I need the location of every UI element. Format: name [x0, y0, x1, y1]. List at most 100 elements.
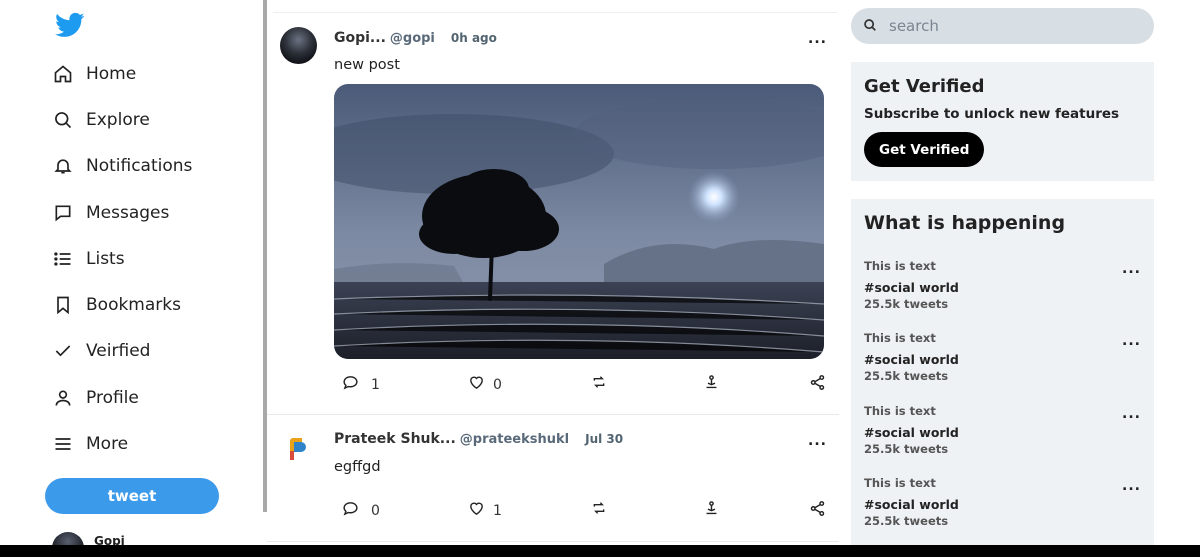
- like-button[interactable]: 1: [468, 500, 502, 521]
- sidebar-item-explore[interactable]: Explore: [52, 102, 150, 138]
- post-image[interactable]: [334, 84, 824, 359]
- comment-button[interactable]: 1: [342, 374, 380, 395]
- post-author-name[interactable]: Gopi...: [334, 30, 386, 46]
- divider: [267, 414, 839, 415]
- sidebar-item-verified[interactable]: Veirfied: [52, 333, 150, 369]
- trend-more-button[interactable]: ...: [1122, 406, 1141, 422]
- post-text: new post: [334, 57, 400, 73]
- post-actions: 0 1: [342, 500, 828, 520]
- post-more-button[interactable]: ...: [808, 31, 827, 47]
- share-icon: [809, 500, 826, 521]
- post-author-name[interactable]: Prateek Shuk...: [334, 431, 456, 447]
- sidebar-item-label: Profile: [86, 388, 139, 408]
- search-icon: [863, 17, 877, 36]
- trend-tag: #social world: [864, 352, 959, 367]
- sidebar-item-label: More: [86, 434, 129, 454]
- divider: [267, 541, 839, 542]
- card-subtitle: Subscribe to unlock new features: [864, 106, 1120, 122]
- trend-item[interactable]: This is text #social world 25.5k tweets …: [864, 331, 1149, 383]
- left-sidebar: Home Explore Notifications Messages List…: [0, 0, 263, 557]
- share-button[interactable]: [809, 374, 826, 395]
- post-header: Prateek Shuk... @prateekshukl Jul 30: [334, 431, 623, 447]
- sidebar-item-messages[interactable]: Messages: [52, 195, 169, 231]
- post-time: Jul 30: [585, 432, 624, 446]
- comment-count: 0: [371, 502, 380, 519]
- user-icon: [52, 387, 74, 409]
- sidebar-item-home[interactable]: Home: [52, 56, 136, 92]
- trend-count: 25.5k tweets: [864, 514, 949, 528]
- sidebar-item-more[interactable]: More: [52, 426, 128, 462]
- heart-icon: [468, 500, 485, 521]
- sidebar-item-label: Messages: [86, 203, 170, 223]
- heart-icon: [468, 374, 485, 395]
- get-verified-button[interactable]: Get Verified: [864, 132, 985, 167]
- trend-label: This is text: [864, 476, 936, 490]
- twitter-logo-icon[interactable]: [55, 10, 85, 40]
- card-title: What is happening: [864, 212, 1066, 234]
- divider: [273, 12, 837, 13]
- sidebar-item-profile[interactable]: Profile: [52, 380, 139, 416]
- post-time: 0h ago: [450, 31, 497, 45]
- list-icon: [52, 248, 74, 270]
- home-icon: [52, 63, 74, 85]
- person-meditate-icon: [703, 374, 720, 395]
- share-button[interactable]: [809, 500, 826, 521]
- sidebar-item-label: Bookmarks: [86, 295, 181, 315]
- trend-count: 25.5k tweets: [864, 369, 949, 383]
- feed: Gopi... @gopi 0h ago ... new post 1 0 Pr…: [267, 0, 839, 545]
- avatar[interactable]: [280, 432, 317, 469]
- retweet-button[interactable]: [591, 374, 607, 394]
- bookmark-icon: [52, 294, 74, 316]
- views-button[interactable]: [703, 500, 720, 521]
- menu-icon: [52, 433, 74, 455]
- trend-label: This is text: [864, 331, 936, 345]
- trend-item[interactable]: This is text #social world 25.5k tweets …: [864, 404, 1149, 456]
- retweet-icon: [591, 374, 607, 394]
- trend-more-button[interactable]: ...: [1122, 333, 1141, 349]
- sidebar-item-notifications[interactable]: Notifications: [52, 148, 192, 184]
- trend-label: This is text: [864, 259, 936, 273]
- message-icon: [52, 202, 74, 224]
- like-count: 0: [493, 376, 502, 393]
- bottom-bar: [0, 545, 1200, 557]
- search-icon: [52, 109, 74, 131]
- trend-count: 25.5k tweets: [864, 442, 949, 456]
- search-input[interactable]: [889, 17, 1129, 35]
- sidebar-item-bookmarks[interactable]: Bookmarks: [52, 287, 181, 323]
- check-icon: [52, 340, 74, 362]
- trend-label: This is text: [864, 404, 936, 418]
- comment-count: 1: [371, 376, 380, 393]
- bell-icon: [52, 155, 74, 177]
- search-bar[interactable]: [851, 8, 1154, 44]
- person-meditate-icon: [703, 500, 720, 521]
- post-author-handle[interactable]: @gopi: [390, 31, 435, 46]
- comment-icon: [342, 374, 359, 395]
- retweet-button[interactable]: [591, 500, 607, 520]
- post-text: egffgd: [334, 459, 381, 475]
- post-more-button[interactable]: ...: [808, 433, 827, 449]
- post-header: Gopi... @gopi 0h ago: [334, 30, 497, 46]
- post-author-handle[interactable]: @prateekshukl: [460, 432, 569, 447]
- comment-icon: [342, 500, 359, 521]
- comment-button[interactable]: 0: [342, 500, 380, 521]
- share-icon: [809, 374, 826, 395]
- trend-item[interactable]: This is text #social world 25.5k tweets …: [864, 259, 1149, 311]
- sidebar-item-lists[interactable]: Lists: [52, 241, 125, 277]
- avatar[interactable]: [280, 27, 317, 64]
- trend-more-button[interactable]: ...: [1122, 478, 1141, 494]
- trend-tag: #social world: [864, 425, 959, 440]
- retweet-icon: [591, 500, 607, 520]
- trend-tag: #social world: [864, 497, 959, 512]
- trend-item[interactable]: This is text #social world 25.5k tweets …: [864, 476, 1149, 528]
- like-button[interactable]: 0: [468, 374, 502, 395]
- views-button[interactable]: [703, 374, 720, 395]
- trends-card: What is happening This is text #social w…: [851, 199, 1154, 545]
- card-title: Get Verified: [864, 76, 985, 97]
- trend-count: 25.5k tweets: [864, 297, 949, 311]
- like-count: 1: [493, 502, 502, 519]
- trend-more-button[interactable]: ...: [1122, 261, 1141, 277]
- post-actions: 1 0: [342, 374, 828, 394]
- sidebar-item-label: Lists: [86, 249, 125, 269]
- sidebar-item-label: Veirfied: [86, 341, 151, 361]
- tweet-button[interactable]: tweet: [45, 478, 219, 514]
